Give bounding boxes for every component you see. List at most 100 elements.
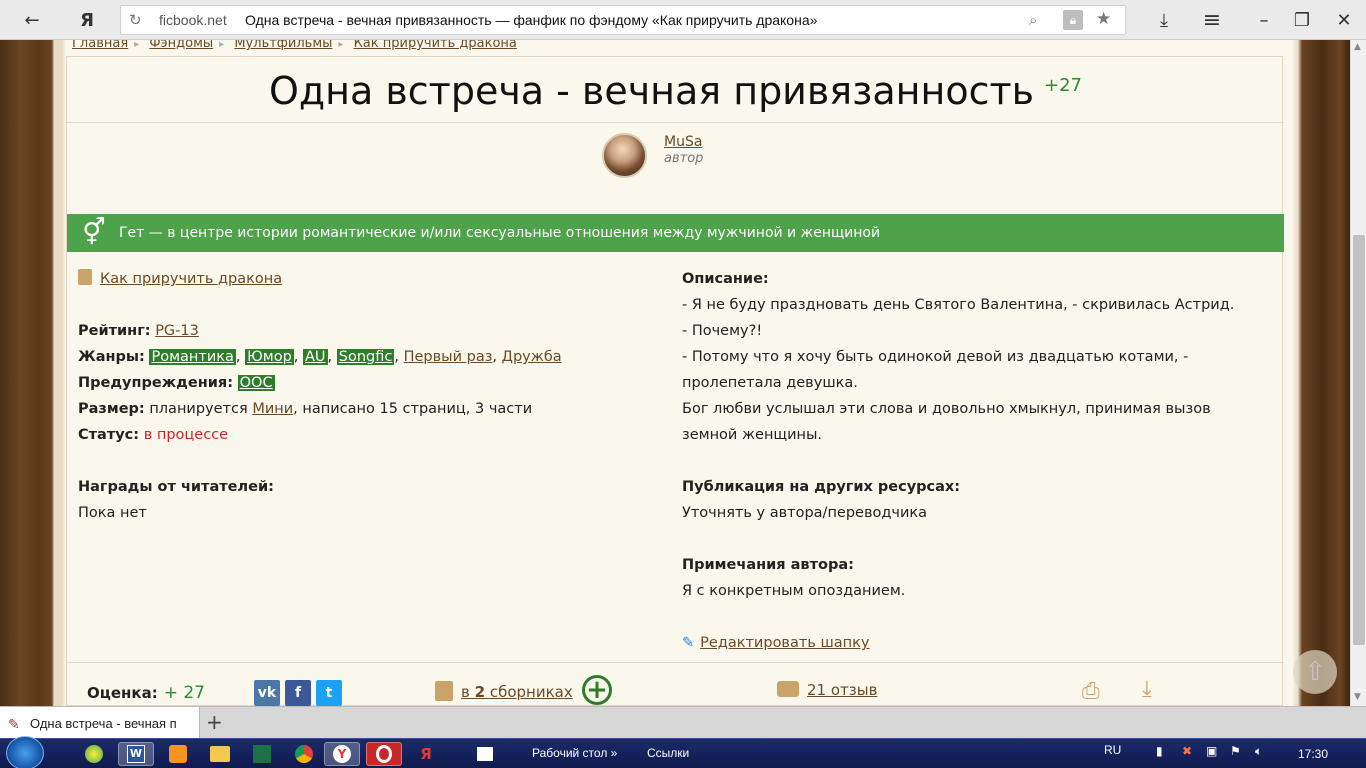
info-column: Как приручить дракона Рейтинг: PG-13 Жан…	[78, 266, 658, 526]
odnoklassniki-app-icon[interactable]	[160, 742, 196, 766]
decorative-frame	[1292, 40, 1350, 706]
web-page: Главная ▸ Фэндомы ▸ Мультфильмы ▸ Как приру…	[0, 40, 1350, 706]
device-icon[interactable]: ▣	[1206, 744, 1217, 758]
downloads-icon[interactable]: ⤓	[1150, 0, 1178, 40]
awards-value: Пока нет	[78, 505, 147, 521]
breadcrumb: Главная ▸ Фэндомы ▸ Мультфильмы ▸ Как приру…	[72, 40, 517, 51]
rating-link[interactable]: PG-13	[155, 323, 199, 339]
size-link[interactable]: Мини	[252, 401, 293, 417]
collections-prefix: в	[461, 683, 470, 701]
language-indicator[interactable]: RU	[1104, 743, 1121, 757]
toolbar-app-icon[interactable]	[470, 742, 500, 766]
signal-icon[interactable]: ▮	[1156, 744, 1163, 758]
close-window-icon[interactable]: ✕	[1330, 0, 1358, 40]
zoom-icon[interactable]: ⌕	[1029, 11, 1037, 29]
fandom-link[interactable]: Как приручить дракона	[100, 271, 282, 287]
genre-tag[interactable]: AU	[303, 349, 328, 365]
bookmark-star-icon[interactable]: ★	[1096, 9, 1111, 29]
clock[interactable]: 17:30	[1298, 747, 1328, 761]
excel-app-icon[interactable]	[244, 742, 280, 766]
description-line: земной женщины.	[682, 427, 823, 443]
avatar[interactable]	[602, 133, 647, 178]
publication-label: Публикация на других ресурсах:	[682, 479, 961, 495]
desktop-label: Рабочий стол	[532, 746, 608, 760]
author-notes-label: Примечания автора:	[682, 557, 854, 573]
address-domain: ficbook.net	[159, 12, 227, 28]
size-row: Размер: планируется Мини, написано 15 ст…	[78, 396, 658, 422]
het-symbol-icon: ⚥	[82, 218, 106, 248]
description-line: Бог любви услышал эти слова и довольно х…	[682, 401, 1211, 417]
scrollbar-thumb[interactable]	[1353, 235, 1365, 645]
address-page-title: Одна встреча - вечная привязанность — фа…	[245, 12, 818, 28]
description-column: Описание: - Я не буду праздновать день С…	[682, 266, 1282, 656]
genre-link[interactable]: Дружба	[502, 349, 562, 365]
size-label: Размер:	[78, 401, 145, 417]
description-line: - Потому что я хочу быть одинокой девой …	[682, 349, 1189, 365]
vk-share-icon[interactable]: vk	[254, 680, 280, 706]
yandex-app-icon[interactable]: Y	[324, 742, 360, 766]
desktop-toolbar[interactable]: Рабочий стол »	[532, 746, 617, 760]
browser-tab[interactable]: ✎ Одна встреча - вечная п	[0, 707, 200, 739]
restore-icon[interactable]: ❐	[1288, 0, 1316, 40]
ficbook-favicon-icon: ✎	[8, 716, 20, 732]
page-scrollbar[interactable]: ▲ ▼	[1350, 40, 1366, 706]
protect-icon[interactable]: 🔒︎	[1063, 10, 1083, 30]
genre-tag[interactable]: Songfic	[336, 349, 395, 365]
bottom-actions-bar: Оценка: + 27 vk f t в 2 сборниках + 21 от…	[67, 662, 1284, 706]
tray-app-icon[interactable]: ✖	[1182, 744, 1192, 758]
yandex-logo-icon[interactable]: Я	[72, 0, 102, 40]
feather-icon: ✎	[682, 635, 695, 651]
start-button[interactable]	[6, 736, 44, 768]
breadcrumb-cartoons[interactable]: Мультфильмы	[234, 40, 332, 51]
genre-link[interactable]: Первый раз	[404, 349, 493, 365]
status-value: в процессе	[143, 427, 229, 443]
twitter-share-icon[interactable]: t	[316, 680, 342, 706]
address-bar[interactable]: ↻ ficbook.net Одна встреча - вечная прив…	[120, 5, 1126, 35]
size-prefix: планируется	[149, 401, 248, 417]
description-label: Описание:	[682, 271, 769, 287]
status-label: Статус:	[78, 427, 140, 443]
warning-tag[interactable]: OOC	[237, 375, 275, 391]
size-suffix: , написано 15 страниц, 3 части	[293, 401, 533, 417]
chrome-app-icon[interactable]	[286, 742, 322, 766]
action-center-flag-icon[interactable]: ⚑	[1230, 744, 1241, 758]
opera-app-icon[interactable]	[366, 742, 402, 766]
warnings-label: Предупреждения:	[78, 375, 234, 391]
breadcrumb-home[interactable]: Главная	[72, 40, 128, 51]
genres-row: Жанры: Романтика, Юмор, AU, Songfic, Пер…	[78, 349, 562, 365]
word-app-icon[interactable]: W	[118, 742, 154, 766]
download-icon[interactable]: ⤓	[1142, 677, 1170, 705]
breadcrumb-fandom[interactable]: Как приручить дракона	[354, 40, 517, 51]
volume-icon[interactable]: 🔈︎	[1255, 744, 1262, 759]
facebook-share-icon[interactable]: f	[285, 680, 311, 706]
direction-banner: ⚥ Гет — в центре истории романтические и…	[67, 214, 1284, 252]
author-link[interactable]: MuSa	[664, 134, 702, 150]
genre-tag[interactable]: Юмор	[245, 349, 294, 365]
new-tab-icon[interactable]: +	[206, 710, 223, 734]
bottom-rating: Оценка: + 27	[87, 683, 205, 703]
breadcrumb-fandoms[interactable]: Фэндомы	[149, 40, 213, 51]
reviews-link[interactable]: 21 отзыв	[777, 681, 877, 699]
browser-app-icon[interactable]	[76, 742, 112, 766]
edit-header-link[interactable]: Редактировать шапку	[700, 635, 869, 651]
fandom-book-icon	[78, 269, 92, 285]
back-button[interactable]: ←	[14, 0, 50, 40]
menu-icon[interactable]: ≡	[1198, 0, 1226, 40]
collections-link[interactable]: в 2 сборниках	[435, 681, 573, 701]
print-icon[interactable]: ⎙	[1082, 679, 1110, 705]
scroll-down-icon[interactable]: ▼	[1354, 692, 1361, 702]
collections-suffix: сборниках	[489, 683, 573, 701]
reload-icon[interactable]: ↻	[129, 11, 142, 29]
browser-tab-strip: ✎ Одна встреча - вечная п +	[0, 706, 1366, 739]
explorer-app-icon[interactable]	[202, 742, 238, 766]
add-to-collection-icon[interactable]: +	[582, 675, 612, 705]
scroll-up-icon[interactable]: ▲	[1354, 42, 1361, 52]
links-toolbar[interactable]: Ссылки	[647, 746, 689, 760]
yandex-search-app-icon[interactable]: Я	[408, 742, 444, 766]
minimize-icon[interactable]: –	[1250, 0, 1278, 40]
fanfic-header-card: Одна встреча - вечная привязанность +27 M…	[66, 56, 1284, 706]
genre-tag[interactable]: Романтика	[149, 349, 236, 365]
bottom-rating-label: Оценка:	[87, 684, 158, 702]
description-line: - Почему?!	[682, 323, 763, 339]
scroll-to-top-icon[interactable]: ⇧	[1293, 650, 1337, 694]
